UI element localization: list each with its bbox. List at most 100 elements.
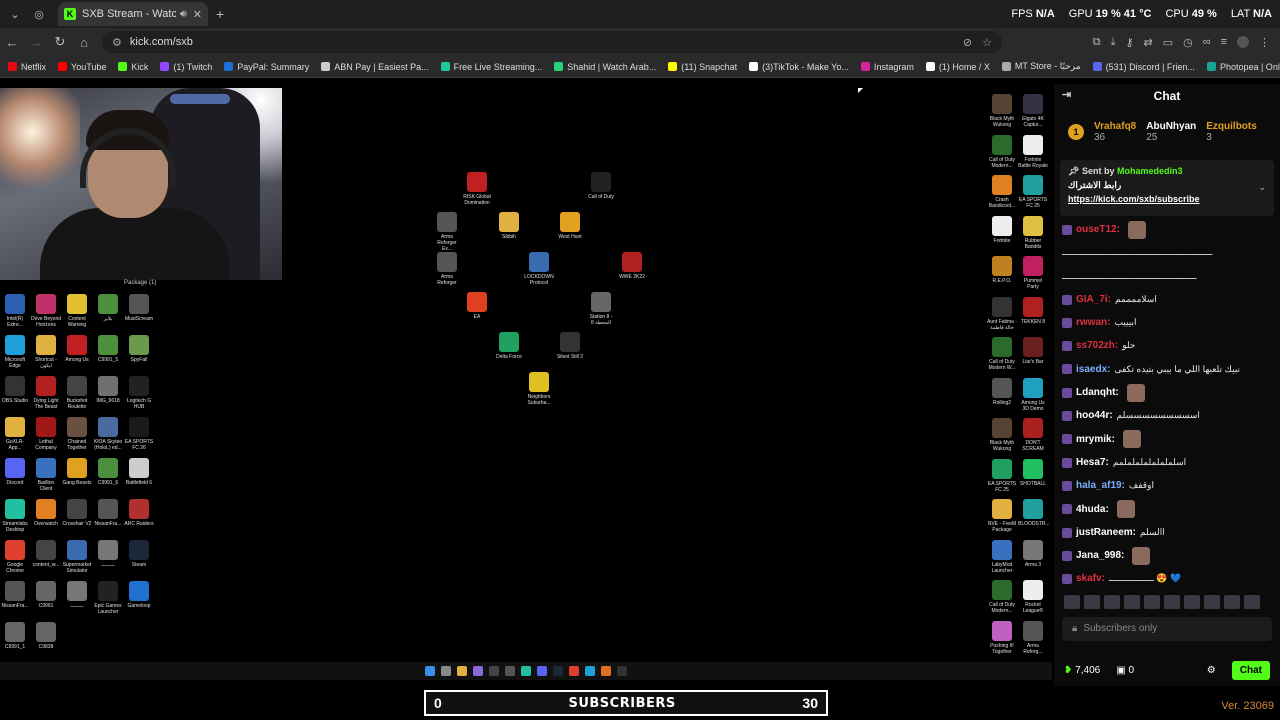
chat-username[interactable]: hoo44r: bbox=[1076, 404, 1113, 427]
version-label: Ver. 23069 bbox=[1221, 700, 1274, 712]
shortcut-icon bbox=[36, 458, 56, 478]
chat-username[interactable]: skafv: bbox=[1076, 567, 1105, 590]
bookmark-item[interactable]: (3)TikTok - Make Yo... bbox=[749, 62, 849, 72]
chat-username[interactable]: justRaneem: bbox=[1076, 521, 1136, 544]
history-icon[interactable]: ◷ bbox=[1183, 36, 1193, 49]
chat-username[interactable]: 4huda: bbox=[1076, 498, 1109, 521]
chat-username[interactable]: rwwan: bbox=[1076, 311, 1110, 334]
package-label: Package (1) bbox=[124, 280, 157, 286]
shortcut-icon bbox=[992, 134, 1012, 155]
tab-close-icon[interactable]: ✕ bbox=[193, 8, 202, 21]
leaderboard-entry[interactable]: Ezquilbots 3 bbox=[1206, 121, 1257, 143]
bookmark-favicon-icon bbox=[668, 62, 678, 71]
chat-username[interactable]: Jana_998: bbox=[1076, 544, 1124, 567]
desktop-shortcut: LabyMod Launcher bbox=[987, 539, 1017, 574]
bookmark-item[interactable]: Free Live Streaming... bbox=[440, 62, 542, 72]
bookmark-item[interactable]: Netflix bbox=[8, 62, 46, 72]
chat-username[interactable]: Ldanqht: bbox=[1076, 381, 1119, 404]
bookmark-item[interactable]: Instagram bbox=[860, 62, 914, 72]
viewers-count: ❥ 7,406 bbox=[1064, 664, 1101, 676]
download-icon[interactable]: ⤓ bbox=[1111, 36, 1116, 49]
chat-username[interactable]: ss702zh: bbox=[1076, 334, 1118, 357]
shortcut-icon bbox=[5, 417, 25, 437]
pinned-message[interactable]: 📌︎ Sent by Mohamededin3 رابط الاشتراك ht… bbox=[1060, 160, 1274, 216]
desktop-shortcut: Arma Reforger Ex... bbox=[432, 212, 462, 252]
back-icon[interactable]: ← bbox=[0, 35, 24, 50]
tab-audio-icon[interactable]: 🔊︎ bbox=[180, 8, 187, 21]
key-icon[interactable]: ⚷ bbox=[1125, 36, 1133, 49]
tab-group-icon[interactable]: ◎ bbox=[30, 5, 48, 23]
bookmark-item[interactable]: (1) Home / X bbox=[925, 62, 990, 72]
desktop-shortcut: West Hunt bbox=[555, 212, 585, 240]
app-icon bbox=[601, 666, 611, 676]
link-icon[interactable]: ∞ bbox=[1203, 36, 1211, 49]
desktop-shortcut: EA bbox=[462, 292, 492, 320]
bookmark-item[interactable]: Shahid | Watch Arab... bbox=[554, 62, 656, 72]
chat-text: اوقفف bbox=[1128, 480, 1154, 491]
reload-icon[interactable]: ↻ bbox=[48, 34, 72, 50]
profile-avatar[interactable] bbox=[1237, 35, 1249, 48]
chat-message: skafv: ـــــــــــــــــ 😍 💙 bbox=[1062, 567, 1272, 590]
bookmark-item[interactable]: (531) Discord | Frien... bbox=[1092, 62, 1195, 72]
desktop-shortcut: EA SPORTS FC 25 bbox=[1018, 175, 1048, 209]
chat-messages: ouseT12: ــــــــــــــــــــــــــــــــ… bbox=[1054, 216, 1280, 593]
bookmark-item[interactable]: ABN Pay | Easiest Pa... bbox=[321, 62, 429, 72]
chat-username[interactable]: isaedx: bbox=[1076, 358, 1110, 381]
chevron-down-icon[interactable]: ⌄ bbox=[1258, 182, 1266, 193]
reading-list-icon[interactable]: ≡ bbox=[1221, 36, 1227, 49]
shortcut-icon bbox=[1023, 337, 1043, 357]
chat-username[interactable]: mrymik: bbox=[1076, 428, 1115, 451]
chat-username[interactable]: hala_af19: bbox=[1076, 474, 1125, 497]
shortcut-label: NissanFra... bbox=[94, 521, 122, 527]
bookmark-label: PayPal: Summary bbox=[237, 61, 310, 72]
chat-username[interactable]: ouseT12: bbox=[1076, 218, 1120, 241]
chat-username[interactable]: GIA_7i: bbox=[1076, 288, 1111, 311]
forward-icon[interactable]: → bbox=[24, 35, 48, 50]
desktop-shortcut: Call of Duty Modern W... bbox=[987, 337, 1017, 371]
tab-kick[interactable]: K SXB Stream - Watch Live on 🔊︎ ✕ bbox=[58, 2, 208, 26]
bookmark-item[interactable]: (11) Snapchat bbox=[668, 62, 737, 72]
leaderboard-entry[interactable]: Vrahafq8 36 bbox=[1094, 121, 1136, 143]
kick-favicon-icon: K bbox=[64, 8, 76, 20]
desktop-shortcut: IMG_9618 bbox=[93, 376, 123, 404]
emote-bar[interactable] bbox=[1054, 593, 1280, 611]
home-icon[interactable]: ⌂ bbox=[72, 35, 96, 50]
desktop-shortcut: Neighbors Suburba... bbox=[524, 372, 554, 406]
shortcut-icon bbox=[529, 372, 549, 392]
chat-text: االسلم bbox=[1140, 526, 1165, 537]
bookmark-item[interactable]: MT Store - مرحبًا bbox=[1001, 61, 1081, 72]
translate-icon[interactable]: ⇄ bbox=[1144, 36, 1153, 49]
pinned-link[interactable]: https://kick.com/sxb/subscribe bbox=[1068, 194, 1266, 204]
sub-badge-icon bbox=[1062, 480, 1072, 491]
wallet-icon[interactable]: ▭ bbox=[1163, 36, 1173, 49]
settings-icon[interactable]: ⚙ bbox=[1207, 665, 1216, 676]
chat-username[interactable]: Hesa7: bbox=[1076, 451, 1109, 474]
bookmark-item[interactable]: Kick bbox=[118, 62, 148, 72]
collapse-chat-icon[interactable]: ⇥ bbox=[1062, 88, 1071, 101]
extensions-icon[interactable]: ⧉ bbox=[1093, 36, 1101, 49]
site-info-icon[interactable]: ⚙ bbox=[112, 36, 122, 49]
bookmark-item[interactable]: (1) Twitch bbox=[160, 62, 212, 72]
bookmark-item[interactable]: Photopea | Online P... bbox=[1206, 62, 1280, 72]
bookmark-item[interactable]: PayPal: Summary bbox=[224, 62, 309, 72]
shortcut-label: Intel(R) Extre... bbox=[6, 316, 24, 328]
desktop-shortcut: Content Warning bbox=[62, 294, 92, 328]
shortcut-icon bbox=[1023, 175, 1043, 195]
send-chat-button[interactable]: Chat bbox=[1231, 660, 1270, 680]
eye-off-icon[interactable]: ⊘ bbox=[963, 36, 972, 49]
chat-input[interactable]: 🔒︎ Subscribers only bbox=[1062, 616, 1272, 641]
tab-list-icon[interactable]: ⌄ bbox=[6, 5, 24, 23]
bookmark-star-icon[interactable]: ☆ bbox=[982, 36, 992, 49]
gpu-stat: GPU 19 % 41 °C bbox=[1068, 8, 1152, 20]
leaderboard-entry[interactable]: AbuNhyan 25 bbox=[1146, 121, 1196, 143]
shortcut-icon bbox=[98, 376, 118, 396]
gift-count[interactable]: ▣ 0 bbox=[1116, 665, 1134, 676]
bookmark-item[interactable]: YouTube bbox=[58, 62, 106, 72]
desktop-shortcut: Battlefield 6 bbox=[124, 458, 154, 486]
shortcut-icon bbox=[67, 294, 87, 314]
shortcut-label: Arma 3 bbox=[1024, 561, 1042, 568]
new-tab-button[interactable]: + bbox=[216, 6, 224, 22]
menu-icon[interactable]: ⋮ bbox=[1259, 36, 1270, 49]
url-bar[interactable]: ⚙ kick.com/sxb ⊘ ☆ bbox=[102, 31, 1002, 53]
shortcut-icon bbox=[5, 581, 25, 601]
